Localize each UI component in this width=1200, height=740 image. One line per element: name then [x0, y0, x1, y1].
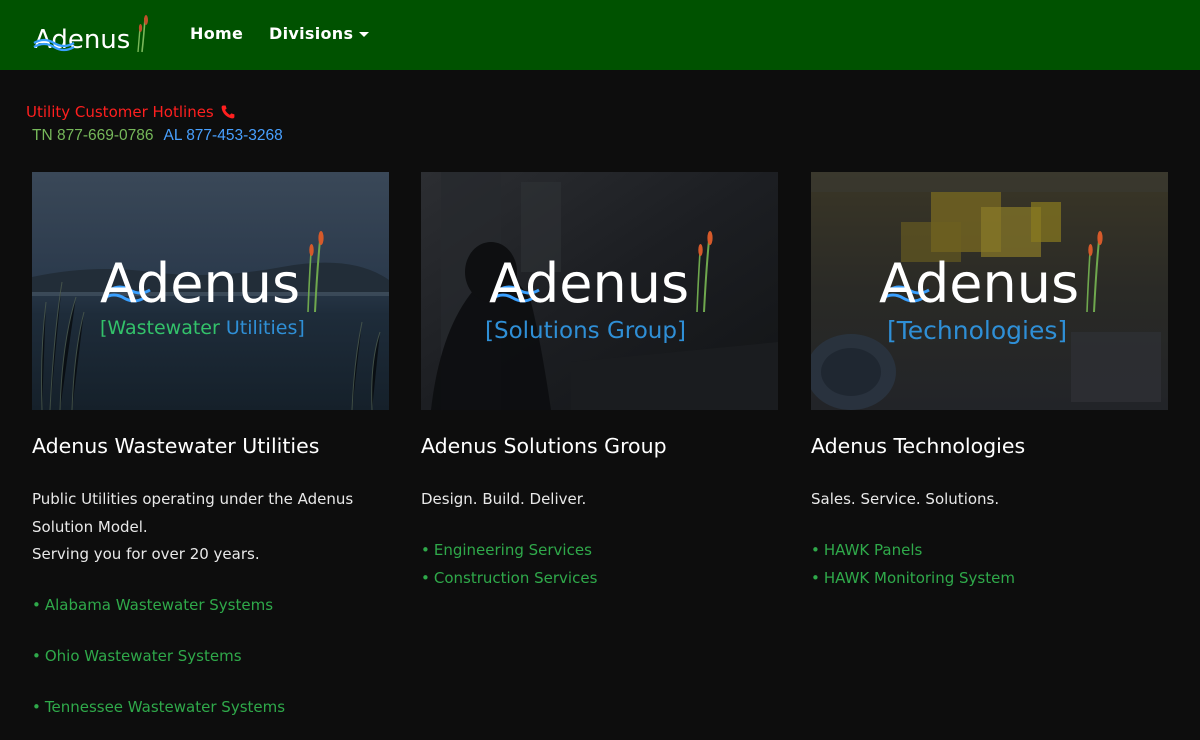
card-technologies-desc: Sales. Service. Solutions.	[811, 490, 1000, 508]
link-tennessee-wastewater[interactable]: • Tennessee Wastewater Systems	[32, 698, 285, 716]
card-technologies: Adenus [Technologies] Adenus Technologie…	[811, 172, 1168, 587]
bullet-icon: •	[811, 541, 820, 559]
link-label: HAWK Monitoring System	[823, 569, 1015, 587]
card-solutions-logo-sub: [Solutions Group]	[485, 318, 686, 344]
card-solutions-desc: Design. Build. Deliver.	[421, 490, 587, 508]
bullet-icon: •	[811, 569, 820, 587]
card-solutions-logo-word: Adenus	[489, 252, 689, 315]
card-technologies-title: Adenus Technologies	[811, 434, 1026, 458]
phone-icon	[221, 105, 235, 119]
caret-down-icon	[359, 31, 370, 37]
bullet-icon: •	[32, 596, 41, 614]
brand-logo[interactable]: Adenus	[32, 12, 150, 56]
bullet-icon: •	[32, 698, 41, 716]
hotline-numbers: TN 877-669-0786 AL 877-453-3268	[32, 127, 283, 145]
link-hawk-panels[interactable]: • HAWK Panels	[811, 541, 922, 559]
nav-home-link[interactable]: Home	[190, 24, 243, 43]
top-navbar: Adenus Home Divisions	[0, 0, 1200, 70]
card-wastewater-desc-line1: Public Utilities operating under the Ade…	[32, 490, 354, 508]
al-hotline-link[interactable]: AL 877-453-3268	[164, 127, 283, 145]
bullet-icon: •	[32, 647, 41, 665]
bullet-icon: •	[421, 541, 430, 559]
card-wastewater-image[interactable]: Adenus [Wastewater Utilities]	[32, 172, 389, 410]
link-engineering-services[interactable]: • Engineering Services	[421, 541, 592, 559]
hotline-heading: Utility Customer Hotlines	[26, 103, 236, 121]
card-technologies-logo-word: Adenus	[879, 252, 1079, 315]
card-wastewater-desc-line2: Solution Model.	[32, 517, 148, 536]
nav-divisions-label: Divisions	[269, 24, 354, 43]
card-wastewater-utilities: Adenus [Wastewater Utilities] Adenus Was…	[32, 172, 389, 716]
link-label: HAWK Panels	[823, 541, 923, 559]
link-construction-services[interactable]: • Construction Services	[421, 569, 597, 587]
bullet-icon: •	[421, 569, 430, 587]
link-label: Alabama Wastewater Systems	[44, 596, 274, 614]
card-wastewater-desc: Public Utilities operating under the Ade…	[32, 486, 389, 569]
card-technologies-image[interactable]: Adenus [Technologies]	[811, 172, 1168, 410]
card-technologies-logo-sub: [Technologies]	[887, 316, 1067, 345]
link-label: Ohio Wastewater Systems	[44, 647, 242, 665]
card-wastewater-logo-sub-a: [Wastewater	[100, 317, 226, 339]
link-alabama-wastewater[interactable]: • Alabama Wastewater Systems	[32, 596, 273, 614]
link-hawk-monitoring[interactable]: • HAWK Monitoring System	[811, 569, 1015, 587]
link-label: Engineering Services	[433, 541, 592, 559]
card-wastewater-logo-sub-b: Utilities]	[226, 317, 305, 339]
link-label: Tennessee Wastewater Systems	[44, 698, 286, 716]
svg-text:[Wastewater Utilities]: [Wastewater Utilities]	[100, 317, 305, 339]
card-wastewater-desc-line3: Serving you for over 20 years.	[32, 545, 260, 563]
card-wastewater-title: Adenus Wastewater Utilities	[32, 434, 320, 458]
nav-divisions-dropdown[interactable]: Divisions	[269, 24, 370, 43]
card-solutions-title: Adenus Solutions Group	[421, 434, 667, 458]
link-ohio-wastewater[interactable]: • Ohio Wastewater Systems	[32, 647, 242, 665]
card-solutions-image[interactable]: Adenus [Solutions Group]	[421, 172, 778, 410]
hotline-title-text: Utility Customer Hotlines	[26, 103, 214, 121]
link-label: Construction Services	[433, 569, 598, 587]
card-solutions-group: Adenus [Solutions Group] Adenus Solution…	[421, 172, 778, 587]
card-wastewater-logo-word: Adenus	[100, 252, 300, 315]
tn-hotline-link[interactable]: TN 877-669-0786	[32, 127, 154, 145]
